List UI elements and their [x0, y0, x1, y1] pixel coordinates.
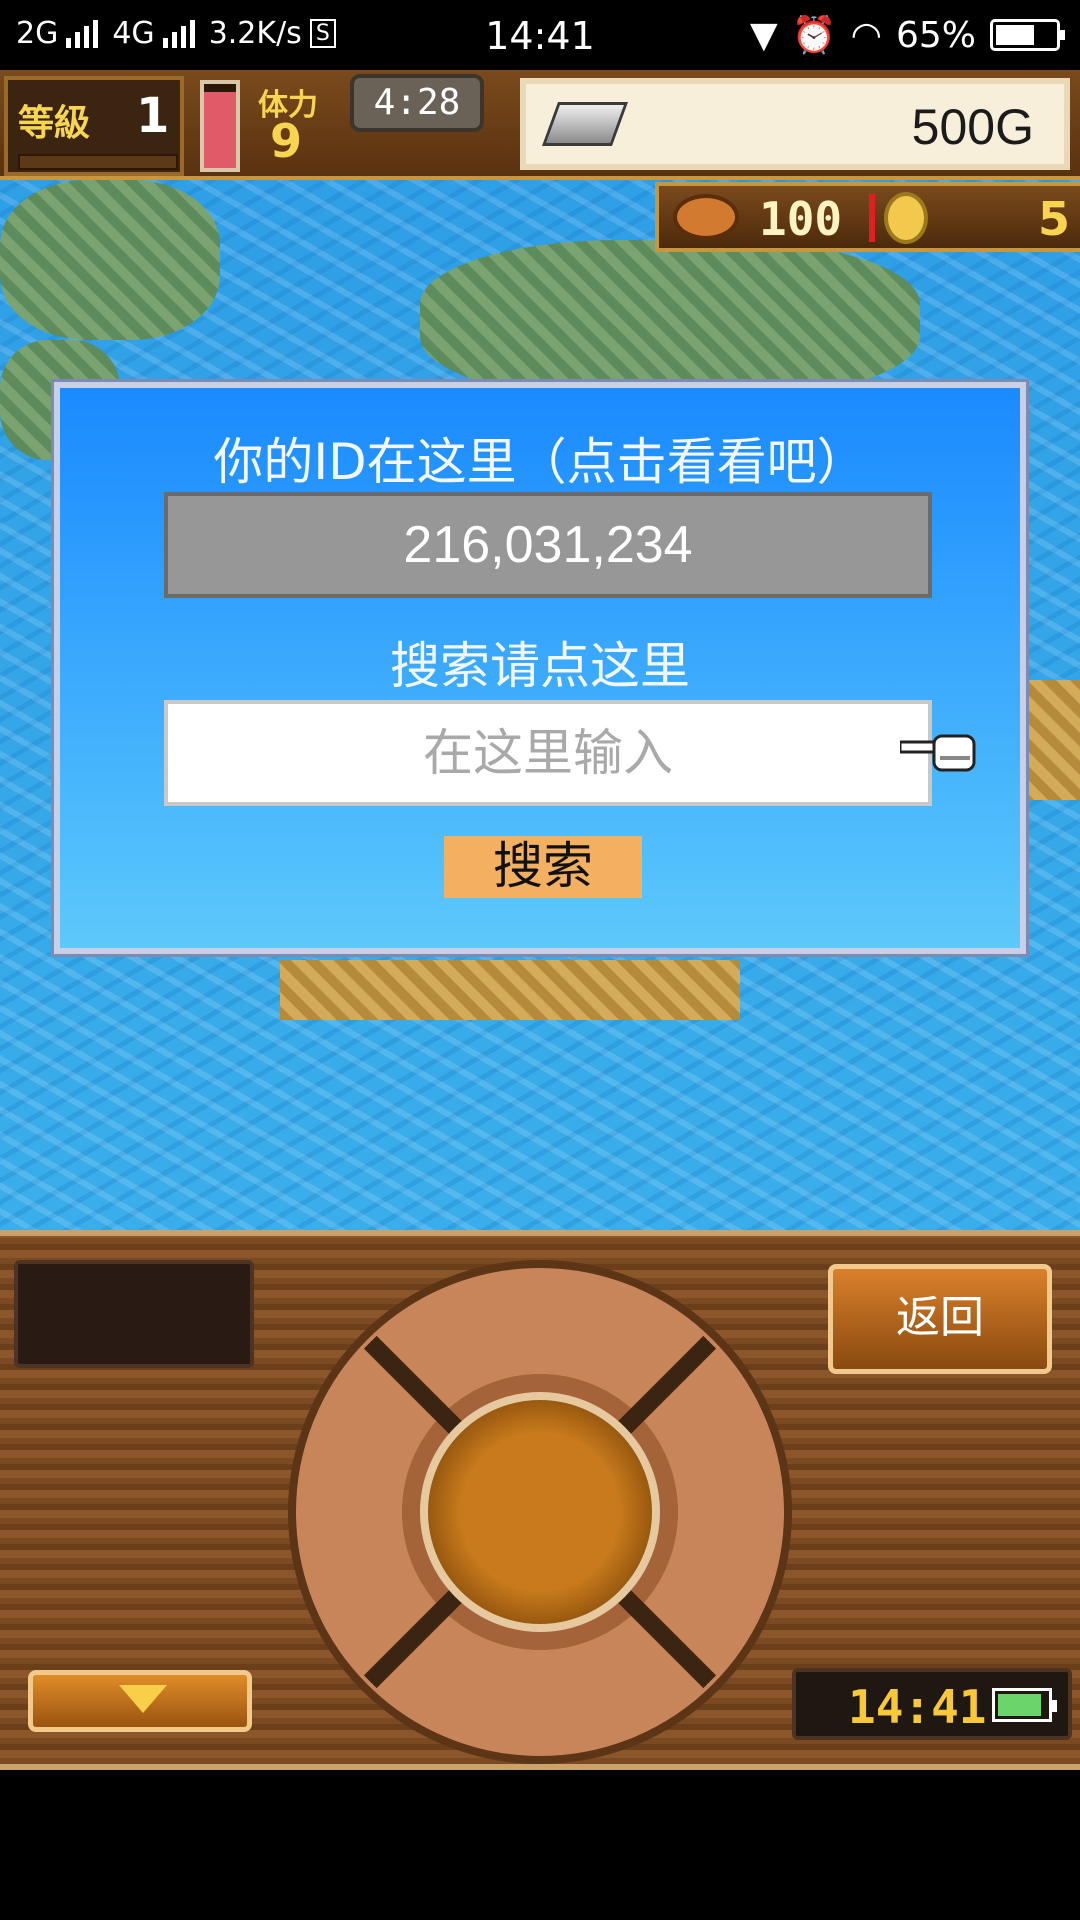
resource-bar: 100 5 — [655, 182, 1080, 252]
beach-decoration — [1020, 680, 1080, 800]
stamina-timer: 4:28 — [350, 74, 484, 132]
hp-bar — [200, 80, 240, 172]
status-right: ▼ ⏰ ◠ 65% — [750, 14, 1065, 56]
status-bar: 2G 4G 3.2K/s S 14:41 ▼ ⏰ ◠ 65% — [0, 0, 1080, 70]
medal-value: 5 — [1037, 192, 1070, 246]
level-box: 等級 1 — [4, 76, 184, 176]
top-hud: 等級 1 体力 9 4:28 500G — [0, 70, 1080, 180]
alarm-icon: ⏰ — [791, 15, 837, 56]
silver-bar-icon — [541, 102, 629, 146]
game-clock: 14:41 — [792, 1668, 1072, 1740]
dialog-title: 你的ID在这里（点击看看吧） — [213, 433, 867, 491]
back-button[interactable]: 返回 — [828, 1264, 1052, 1374]
exp-bar — [18, 154, 178, 170]
search-hint: 搜索请点这里 — [390, 637, 690, 695]
beach-decoration — [280, 960, 740, 1020]
gold-panel: 500G — [520, 78, 1070, 170]
dpad[interactable] — [288, 1260, 792, 1764]
food-value: 100 — [759, 192, 843, 246]
resource-separator — [869, 194, 875, 242]
clock-value: 14:41 — [848, 1680, 987, 1734]
pointing-hand-icon — [900, 734, 976, 772]
dpad-center-button[interactable] — [420, 1392, 660, 1632]
hp-fill — [204, 92, 236, 168]
game-area: 等級 1 体力 9 4:28 500G 100 5 你的ID在这里（点击看看吧）… — [0, 70, 1080, 1770]
wifi-icon: ◠ — [850, 14, 882, 56]
control-panel: 返回 14:41 — [0, 1230, 1080, 1770]
friend-search-dialog: 你的ID在这里（点击看看吧） 216,031,234 搜索请点这里 在这里输入 … — [51, 379, 1029, 957]
level-label: 等級 — [18, 103, 91, 144]
battery-icon — [990, 19, 1065, 51]
stamina-value: 9 — [270, 114, 303, 168]
medal-coin-icon — [884, 192, 928, 244]
island-decoration — [420, 240, 920, 400]
menu-down-button[interactable] — [28, 1670, 252, 1732]
battery-percent: 65% — [895, 14, 976, 56]
search-button[interactable]: 搜索 — [444, 836, 642, 898]
player-id-box[interactable]: 216,031,234 — [164, 492, 932, 598]
location-icon: ▼ — [750, 14, 778, 56]
food-icon — [673, 194, 739, 240]
search-input[interactable]: 在这里输入 — [164, 700, 932, 806]
gold-value: 500G — [911, 99, 1034, 155]
island-decoration — [0, 180, 220, 340]
level-value: 1 — [136, 88, 170, 144]
message-box — [14, 1260, 254, 1368]
battery-icon — [992, 1688, 1057, 1722]
